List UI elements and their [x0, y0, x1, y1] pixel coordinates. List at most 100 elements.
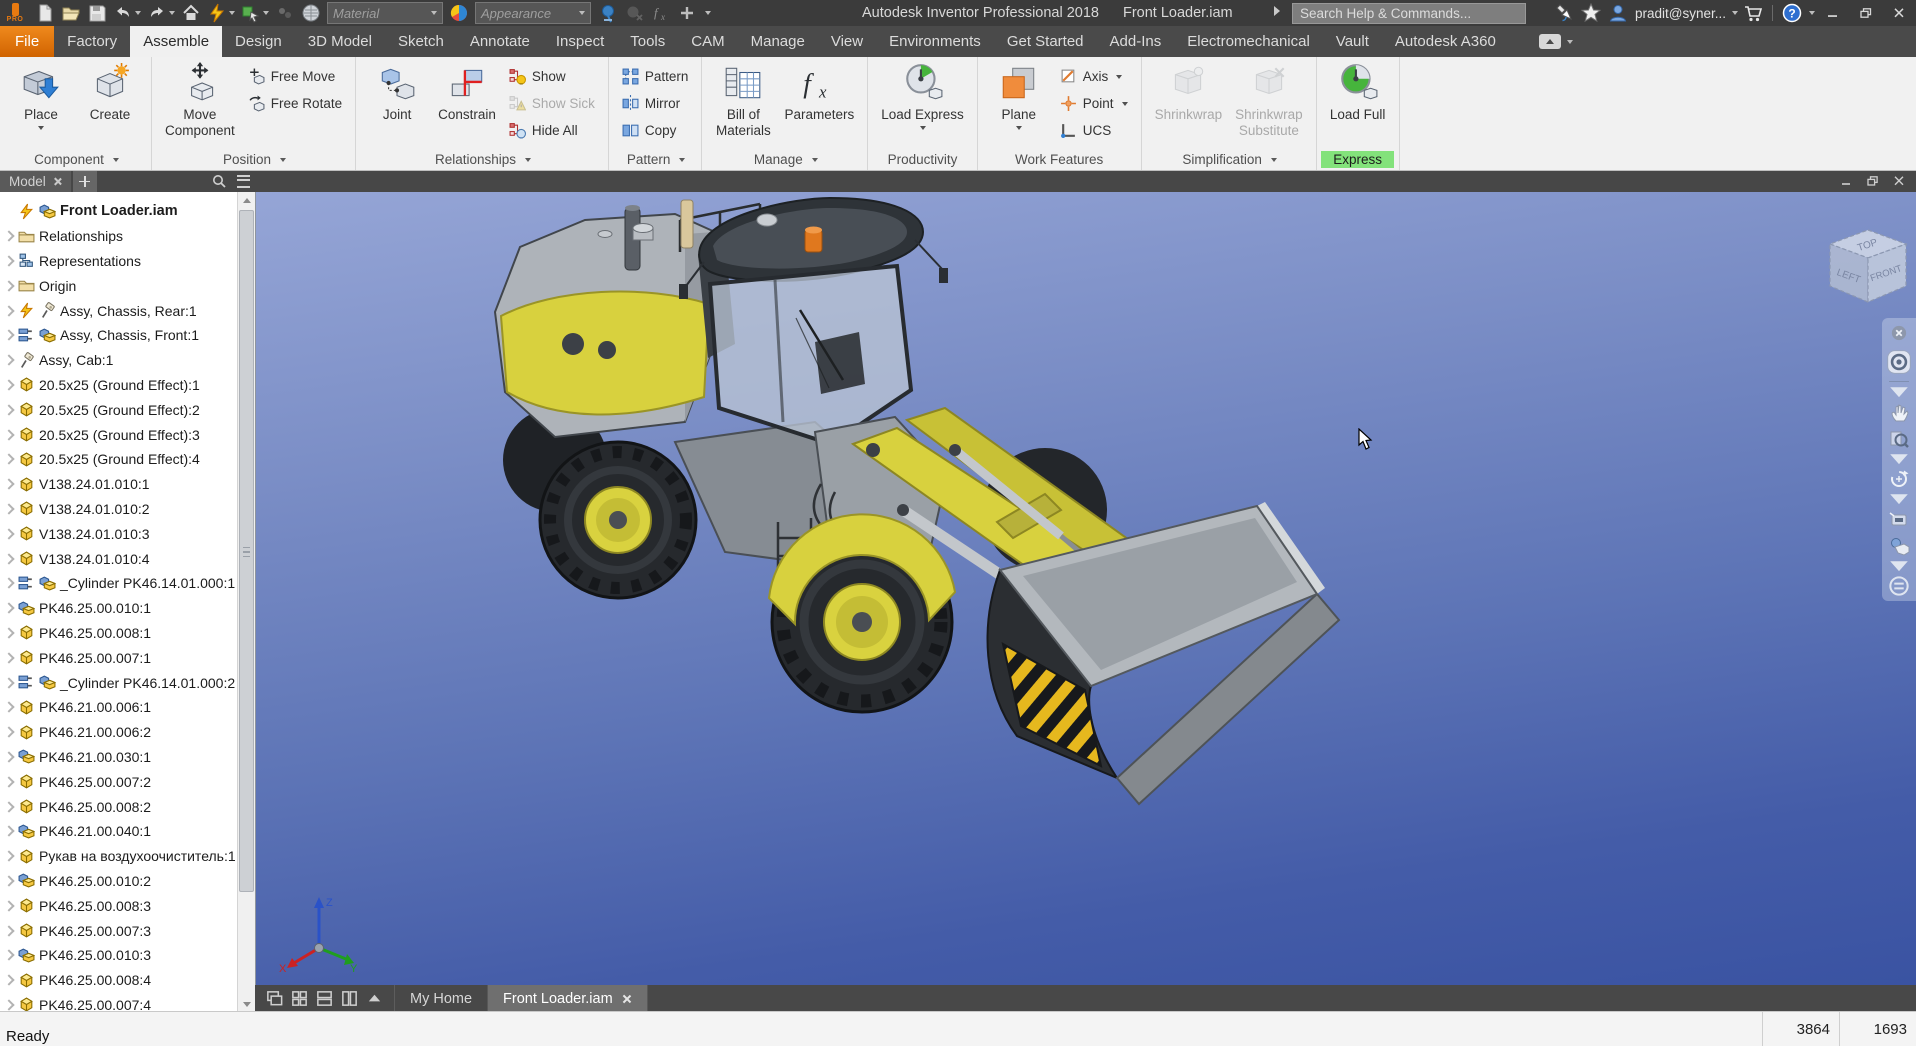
expand-chevron-icon[interactable] — [3, 578, 14, 589]
tree-item[interactable]: PK46.25.00.007:4 — [0, 993, 238, 1013]
tree-item[interactable]: PK46.25.00.008:1 — [0, 621, 238, 646]
ribbon-group-label[interactable]: Pattern — [609, 149, 702, 170]
close-icon[interactable] — [622, 994, 632, 1004]
save-button[interactable] — [84, 1, 110, 25]
tree-item[interactable]: PK46.21.00.030:1 — [0, 745, 238, 770]
ribbon-tab-factory[interactable]: Factory — [54, 26, 130, 57]
tree-item[interactable]: 20.5x25 (Ground Effect):1 — [0, 373, 238, 398]
chevron-down-icon[interactable] — [1271, 158, 1277, 162]
hide-all-button[interactable]: Hide All — [504, 117, 600, 144]
chevron-down-icon[interactable] — [1567, 40, 1573, 44]
caret-icon[interactable] — [1888, 455, 1910, 463]
document-close-button[interactable] — [1886, 170, 1912, 192]
chevron-down-icon[interactable] — [1016, 126, 1022, 130]
orbit-icon[interactable] — [1888, 468, 1910, 490]
expand-chevron-icon[interactable] — [3, 404, 14, 415]
create-button[interactable]: Create — [77, 60, 143, 125]
visual-styles-icon[interactable] — [1888, 535, 1910, 557]
new-file-button[interactable] — [32, 1, 58, 25]
ucs-button[interactable]: UCS — [1055, 117, 1133, 144]
expand-chevron-icon[interactable] — [3, 528, 14, 539]
expand-chevron-icon[interactable] — [3, 677, 14, 688]
expand-chevron-icon[interactable] — [3, 925, 14, 936]
expand-chevron-icon[interactable] — [3, 627, 14, 638]
ribbon-group-label[interactable]: Component — [0, 149, 151, 170]
place-button[interactable]: Place — [8, 60, 74, 132]
tree-item[interactable]: PK46.25.00.007:2 — [0, 769, 238, 794]
document-minimize-button[interactable] — [1834, 170, 1860, 192]
free-move-button[interactable]: Free Move — [243, 63, 347, 90]
qat-customize-button[interactable] — [700, 1, 714, 25]
tile-horizontal-icon[interactable] — [315, 989, 334, 1008]
expand-chevron-icon[interactable] — [3, 801, 14, 812]
clear-appearance-button[interactable] — [622, 1, 648, 25]
point-button[interactable]: Point — [1055, 90, 1133, 117]
tree-item[interactable]: Origin — [0, 273, 238, 298]
tree-item[interactable]: PK46.25.00.007:3 — [0, 918, 238, 943]
ribbon-tab-vault[interactable]: Vault — [1323, 26, 1382, 57]
signed-in-user[interactable]: pradit@syner... — [1635, 6, 1726, 21]
expand-chevron-icon[interactable] — [3, 553, 14, 564]
document-tab-front-loader-iam[interactable]: Front Loader.iam — [488, 985, 648, 1012]
constrain-button[interactable]: Constrain — [433, 60, 501, 125]
ribbon-group-label[interactable]: Manage — [702, 149, 867, 170]
browser-search-icon[interactable] — [207, 170, 231, 192]
view-cube[interactable]: TOP LEFT FRONT — [1822, 222, 1914, 314]
tree-item[interactable]: V138.24.01.010:2 — [0, 497, 238, 522]
tree-item[interactable]: Assy, Chassis, Rear:1 — [0, 298, 238, 323]
tree-item[interactable]: PK46.25.00.010:3 — [0, 943, 238, 968]
ribbon-tab-get-started[interactable]: Get Started — [994, 26, 1097, 57]
cascade-icon[interactable] — [265, 989, 284, 1008]
tree-item[interactable]: Рукав на воздухоочиститель:1 — [0, 844, 238, 869]
chevron-down-icon[interactable] — [920, 126, 926, 130]
chevron-down-icon[interactable] — [280, 158, 286, 162]
ribbon-tab-cam[interactable]: CAM — [678, 26, 737, 57]
communication-center-icon[interactable] — [1552, 1, 1576, 25]
close-icon[interactable] — [53, 177, 62, 186]
tile-grid-icon[interactable] — [290, 989, 309, 1008]
expand-chevron-icon[interactable] — [3, 875, 14, 886]
ribbon-group-label[interactable]: Productivity — [868, 149, 977, 170]
zoom-icon[interactable] — [1888, 428, 1910, 450]
front-loader-model[interactable] — [255, 192, 1916, 985]
fx-button[interactable]: fx — [648, 1, 674, 25]
ribbon-tab-autodesk-a360[interactable]: Autodesk A360 — [1382, 26, 1509, 57]
ribbon-tab-sketch[interactable]: Sketch — [385, 26, 457, 57]
ribbon-tab-view[interactable]: View — [818, 26, 876, 57]
help-icon[interactable]: ? — [1780, 1, 1804, 25]
expand-chevron-icon[interactable] — [3, 974, 14, 985]
expand-chevron-icon[interactable] — [3, 900, 14, 911]
move-component-button[interactable]: MoveComponent — [160, 60, 240, 141]
material-combo[interactable]: Material — [327, 2, 443, 24]
expand-chevron-icon[interactable] — [3, 478, 14, 489]
chevron-down-icon[interactable] — [229, 11, 235, 15]
expand-chevron-icon[interactable] — [3, 379, 14, 390]
measure-button[interactable] — [272, 1, 298, 25]
tree-item[interactable]: PK46.25.00.008:3 — [0, 893, 238, 918]
open-button[interactable] — [58, 1, 84, 25]
browser-tab-model[interactable]: Model — [0, 170, 71, 192]
ribbon-tab-inspect[interactable]: Inspect — [543, 26, 617, 57]
parameters-button[interactable]: fxParameters — [779, 60, 859, 125]
select-component-button[interactable] — [238, 1, 272, 25]
load-express-button[interactable]: Load Express — [876, 60, 969, 132]
tree-item[interactable]: PK46.25.00.010:2 — [0, 869, 238, 894]
tree-item[interactable]: Representations — [0, 249, 238, 274]
chevron-down-icon[interactable] — [263, 11, 269, 15]
ribbon-tab-environments[interactable]: Environments — [876, 26, 994, 57]
ribbon-group-label[interactable]: Position — [152, 149, 355, 170]
material-browser-button[interactable] — [298, 1, 324, 25]
show-button[interactable]: Show — [504, 63, 600, 90]
mirror-button[interactable]: Mirror — [617, 90, 694, 117]
bill-of-materials-button[interactable]: Bill ofMaterials — [710, 60, 776, 141]
ribbon-tab-file[interactable]: File — [0, 26, 54, 57]
chevron-down-icon[interactable] — [525, 158, 531, 162]
tree-item[interactable]: PK46.21.00.006:2 — [0, 720, 238, 745]
pattern-button[interactable]: Pattern — [617, 63, 694, 90]
close-icon[interactable] — [1888, 322, 1910, 344]
more-icon[interactable] — [1888, 575, 1910, 597]
tree-item[interactable]: Assy, Cab:1 — [0, 348, 238, 373]
look-at-icon[interactable] — [1888, 508, 1910, 530]
joint-button[interactable]: Joint — [364, 60, 430, 125]
expand-chevron-icon[interactable] — [3, 503, 14, 514]
